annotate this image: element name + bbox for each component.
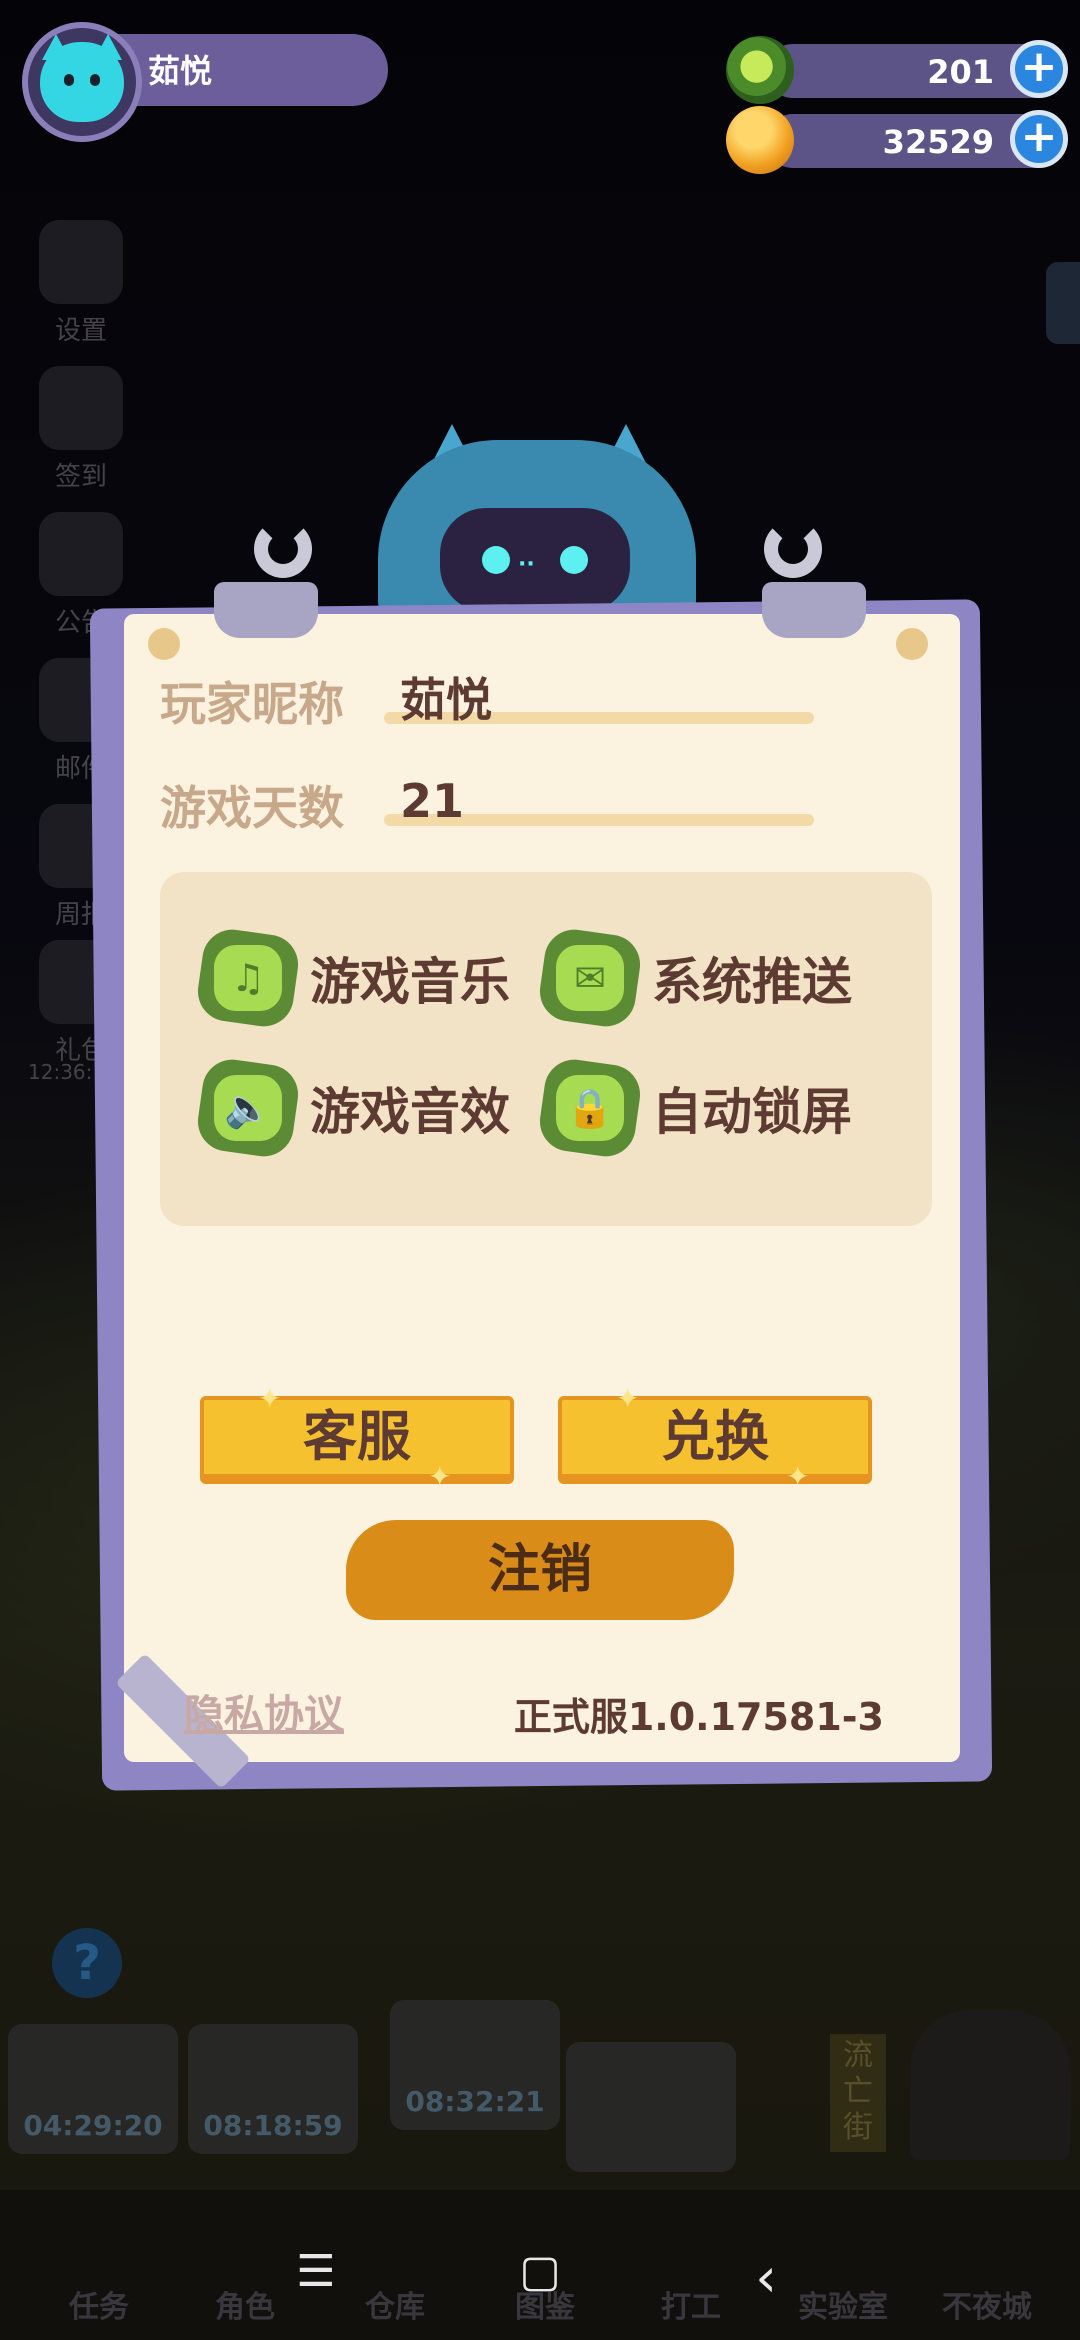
toggle-badge: 🔒 bbox=[536, 1055, 644, 1161]
avatar-eye bbox=[64, 74, 74, 86]
mascot-face-screen bbox=[440, 508, 630, 612]
player-name: 茹悦 bbox=[148, 52, 213, 90]
logout-button[interactable]: 注销 bbox=[346, 1520, 734, 1620]
claw-icon bbox=[254, 520, 312, 578]
green-coin-icon bbox=[726, 36, 794, 104]
days-value: 21 bbox=[400, 774, 465, 828]
toggle-label: 系统推送 bbox=[652, 953, 852, 1011]
nickname-value: 茹悦 bbox=[400, 673, 492, 727]
sparkle-icon: ✦ bbox=[616, 1382, 640, 1415]
add-currency-button[interactable]: + bbox=[1010, 40, 1068, 98]
nickname-label: 玩家昵称 bbox=[160, 677, 344, 731]
sparkle-icon: ✦ bbox=[428, 1460, 452, 1493]
toggle-label: 自动锁屏 bbox=[652, 1083, 852, 1141]
currency-value: 32529 bbox=[882, 123, 994, 161]
toggle-badge: ✉ bbox=[536, 925, 644, 1031]
lock-icon: 🔒 bbox=[556, 1075, 624, 1141]
toggle-label: 游戏音效 bbox=[310, 1083, 510, 1141]
system-back-button[interactable]: ‹ bbox=[726, 2246, 806, 2309]
toggle-badge: ♫ bbox=[194, 925, 302, 1031]
clip-icon bbox=[214, 582, 318, 638]
pin-icon bbox=[148, 628, 180, 660]
system-menu-button[interactable]: ☰ bbox=[276, 2246, 356, 2297]
mascot-eye bbox=[482, 546, 510, 574]
customer-service-button[interactable]: 客服 bbox=[200, 1396, 514, 1484]
privacy-link[interactable]: 隐私协议 bbox=[184, 1682, 344, 1740]
claw-icon bbox=[764, 520, 822, 578]
toggle-game-music[interactable]: ♫ 游戏音乐 bbox=[194, 925, 510, 1031]
currency-value: 201 bbox=[927, 53, 994, 91]
sparkle-icon: ✦ bbox=[258, 1382, 282, 1415]
currency-green: 201 + bbox=[726, 36, 1068, 104]
toggle-badge: 🔈 bbox=[194, 1055, 302, 1161]
clip-icon bbox=[762, 582, 866, 638]
music-note-icon: ♫ bbox=[214, 945, 282, 1011]
envelope-icon: ✉ bbox=[556, 945, 624, 1011]
mascot-eye bbox=[560, 546, 588, 574]
add-currency-button[interactable]: + bbox=[1010, 110, 1068, 168]
days-label: 游戏天数 bbox=[160, 781, 344, 835]
toggle-auto-lock[interactable]: 🔒 自动锁屏 bbox=[536, 1055, 852, 1161]
redeem-button[interactable]: 兑换 bbox=[558, 1396, 872, 1484]
player-avatar[interactable] bbox=[22, 22, 142, 142]
planet-coin-icon bbox=[726, 106, 794, 174]
toggle-system-push[interactable]: ✉ 系统推送 bbox=[536, 925, 852, 1031]
toggle-settings-box bbox=[160, 872, 932, 1226]
currency-planet: 32529 + bbox=[726, 106, 1068, 174]
mascot-mouth: ·· bbox=[518, 552, 535, 577]
toggle-label: 游戏音乐 bbox=[310, 953, 510, 1011]
speaker-icon: 🔈 bbox=[214, 1075, 282, 1141]
pin-icon bbox=[896, 628, 928, 660]
system-home-button[interactable]: ▢ bbox=[500, 2246, 580, 2297]
version-text: 正式服1.0.17581-3 bbox=[513, 1695, 884, 1739]
avatar-eye bbox=[90, 74, 100, 86]
cat-face-icon bbox=[40, 42, 124, 122]
toggle-sound-effects[interactable]: 🔈 游戏音效 bbox=[194, 1055, 510, 1161]
sparkle-icon: ✦ bbox=[786, 1460, 810, 1493]
